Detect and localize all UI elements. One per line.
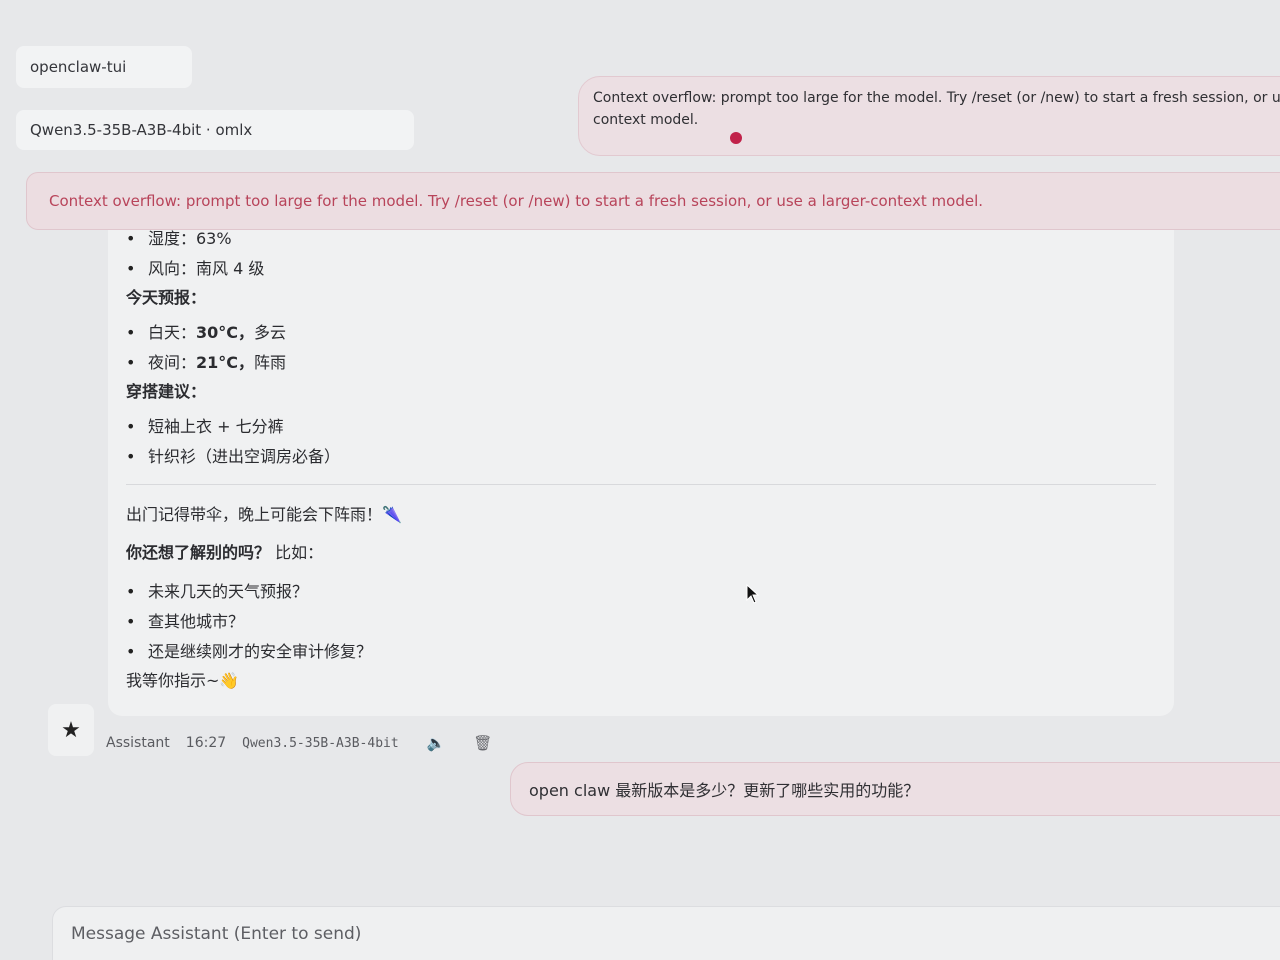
forecast-label: 白天： — [148, 323, 197, 342]
forecast-desc: 阵雨 — [254, 353, 287, 372]
error-banner: Context overflow: prompt too large for t… — [26, 172, 1280, 230]
message-input[interactable] — [53, 907, 1280, 960]
model-label: Qwen3.5-35B-A3B-4bit · omlx — [30, 121, 253, 139]
chat-page: openclaw-tui Qwen3.5-35B-A3B-4bit · omlx… — [0, 0, 1280, 960]
list-item: 夜间：21°C，阵雨 — [126, 348, 1156, 378]
followup-list: 未来几天的天气预报？ 查其他城市？ 还是继续刚才的安全审计修复？ — [126, 577, 1156, 667]
followup-question: 你还想了解别的吗？ 比如： — [126, 539, 1156, 577]
divider — [126, 484, 1156, 485]
trash-icon[interactable]: 🗑 — [473, 734, 492, 752]
speaker-icon[interactable]: 🔈 — [427, 734, 446, 752]
composer — [52, 906, 1280, 960]
forecast-label: 夜间： — [148, 353, 197, 372]
assistant-message-card: 湿度：63% 风向：南风 4 级 今天预报： 白天：30°C，多云 夜间：21°… — [108, 224, 1174, 716]
forecast-heading: 今天预报： — [126, 288, 207, 307]
star-icon[interactable]: ★ — [48, 704, 94, 756]
message-model: Qwen3.5-35B-A3B-4bit — [242, 735, 399, 751]
message-time: 16:27 — [185, 735, 227, 751]
model-selector[interactable]: Qwen3.5-35B-A3B-4bit · omlx — [16, 110, 414, 150]
list-item: 查其他城市？ — [126, 607, 1156, 637]
list-item: 白天：30°C，多云 — [126, 318, 1156, 348]
outfit-heading: 穿搭建议： — [126, 382, 207, 401]
list-item: 针织衫（进出空调房必备） — [126, 442, 1156, 472]
overflow-notice-line1: Context overflow: prompt too large for t… — [593, 90, 1280, 106]
error-banner-text: Context overflow: prompt too large for t… — [49, 192, 984, 210]
status-indicator-dot — [730, 132, 742, 144]
user-message-bubble: open claw 最新版本是多少？更新了哪些实用的功能？ — [510, 762, 1280, 816]
overflow-notice-line2: context model. — [593, 112, 699, 128]
followup-rest: 比如： — [270, 543, 324, 562]
session-name: openclaw-tui — [30, 58, 127, 76]
sender-name: Assistant — [106, 735, 170, 751]
message-meta: Assistant 16:27 Qwen3.5-35B-A3B-4bit 🔈 🗑 — [106, 734, 492, 752]
forecast-value: 21°C， — [196, 353, 255, 372]
list-item: 短袖上衣 + 七分裤 — [126, 412, 1156, 442]
overflow-notice-bubble: Context overflow: prompt too large for t… — [578, 76, 1280, 156]
mouse-cursor-icon — [746, 584, 760, 604]
reminder-text: 出门记得带伞，晚上可能会下阵雨！🌂 — [126, 505, 402, 524]
closing-text: 我等你指示~👋 — [126, 671, 240, 690]
list-item: 湿度：63% — [126, 224, 1156, 254]
current-conditions-list: 湿度：63% 风向：南风 4 级 — [126, 224, 1156, 284]
outfit-list: 短袖上衣 + 七分裤 针织衫（进出空调房必备） — [126, 412, 1156, 472]
forecast-value: 30°C， — [196, 323, 255, 342]
followup-bold: 你还想了解别的吗？ — [126, 543, 271, 562]
user-message-text: open claw 最新版本是多少？更新了哪些实用的功能？ — [529, 781, 920, 800]
list-item: 还是继续刚才的安全审计修复？ — [126, 637, 1156, 667]
list-item: 风向：南风 4 级 — [126, 254, 1156, 284]
list-item: 未来几天的天气预报？ — [126, 577, 1156, 607]
session-chip[interactable]: openclaw-tui — [16, 46, 192, 88]
forecast-desc: 多云 — [254, 323, 287, 342]
forecast-list: 白天：30°C，多云 夜间：21°C，阵雨 — [126, 318, 1156, 378]
